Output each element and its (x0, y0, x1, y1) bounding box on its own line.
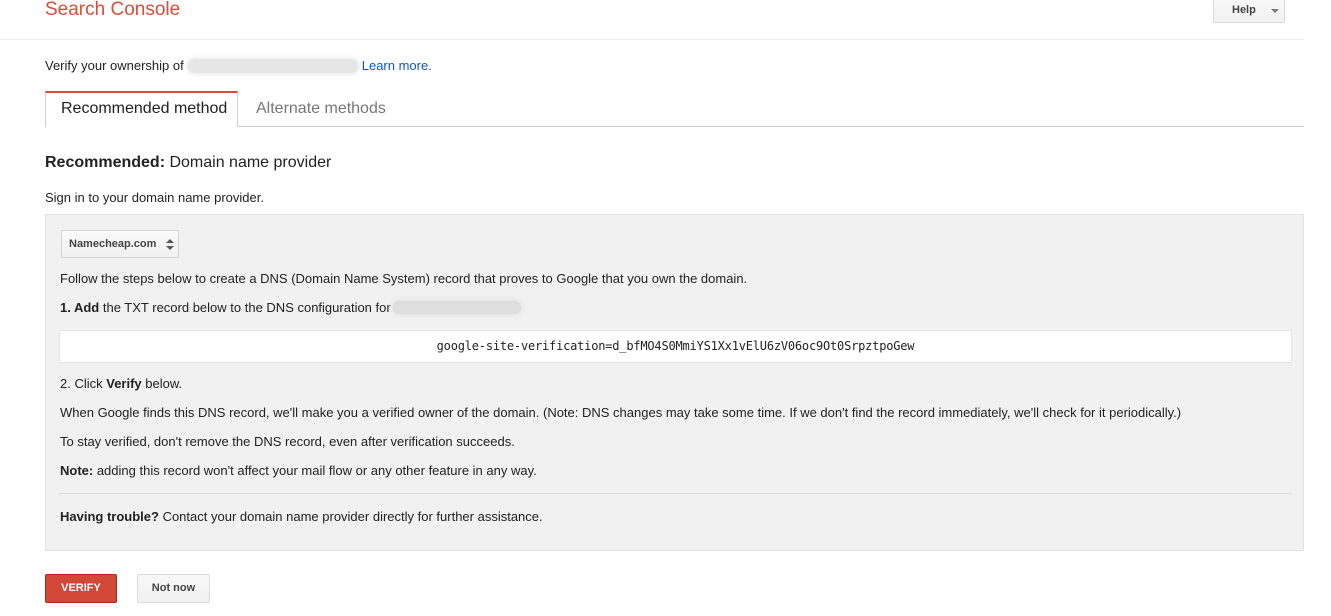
note-rest: adding this record won't affect your mai… (93, 463, 537, 478)
recommended-heading-bold: Recommended: (45, 154, 166, 171)
recommended-heading: Recommended: Domain name provider (45, 154, 331, 172)
not-now-button[interactable]: Not now (137, 574, 210, 603)
method-tabs: Recommended method Alternate methods (45, 91, 1304, 127)
help-button[interactable]: Help (1213, 0, 1285, 23)
recommended-heading-rest: Domain name provider (165, 154, 332, 171)
sort-updown-icon (166, 239, 174, 251)
verify-ownership-line: Verify your ownership of Learn more. (45, 58, 432, 73)
provider-select[interactable]: Namecheap.com (61, 230, 179, 258)
step-1-text: 1. Add the TXT record below to the DNS c… (60, 300, 521, 315)
tab-alternate-methods[interactable]: Alternate methods (241, 91, 401, 127)
step-2-suffix: below. (141, 376, 183, 391)
app-title[interactable]: Search Console (45, 0, 180, 21)
step-1-rest: the TXT record below to the DNS configur… (99, 300, 391, 315)
instructions-panel: Namecheap.com Follow the steps below to … (45, 214, 1304, 551)
learn-more-link[interactable]: Learn more. (362, 58, 432, 73)
step-2-text: 2. Click Verify below. (60, 376, 182, 391)
note-bold: Note: (60, 463, 94, 478)
app-header: Search Console Help (0, 0, 1304, 40)
panel-divider (59, 493, 1292, 494)
when-found-text: When Google finds this DNS record, we'll… (60, 405, 1182, 420)
trouble-bold: Having trouble? (60, 509, 159, 524)
help-button-label: Help (1232, 4, 1256, 16)
tab-recommended-method[interactable]: Recommended method (45, 91, 238, 127)
note-text: Note: adding this record won't affect yo… (60, 463, 537, 478)
trouble-rest: Contact your domain name provider direct… (158, 509, 543, 524)
intro-text: Follow the steps below to create a DNS (… (60, 271, 748, 286)
caret-down-icon (1271, 9, 1279, 13)
stay-verified-text: To stay verified, don't remove the DNS r… (60, 434, 515, 449)
signin-instruction: Sign in to your domain name provider. (45, 190, 264, 205)
trouble-text: Having trouble? Contact your domain name… (60, 509, 543, 524)
step-1-bold: 1. Add (60, 300, 100, 315)
blurred-site-url (187, 58, 358, 73)
step-2-bold: Verify (106, 376, 142, 391)
txt-record-value[interactable]: google-site-verification=d_bfMO4S0MmiYS1… (59, 330, 1292, 363)
verify-ownership-text: Verify your ownership of (45, 58, 184, 73)
verify-button[interactable]: VERIFY (45, 574, 117, 603)
step-2-prefix: 2. Click (60, 376, 107, 391)
blurred-domain-name (392, 301, 521, 314)
provider-select-value: Namecheap.com (69, 238, 157, 250)
